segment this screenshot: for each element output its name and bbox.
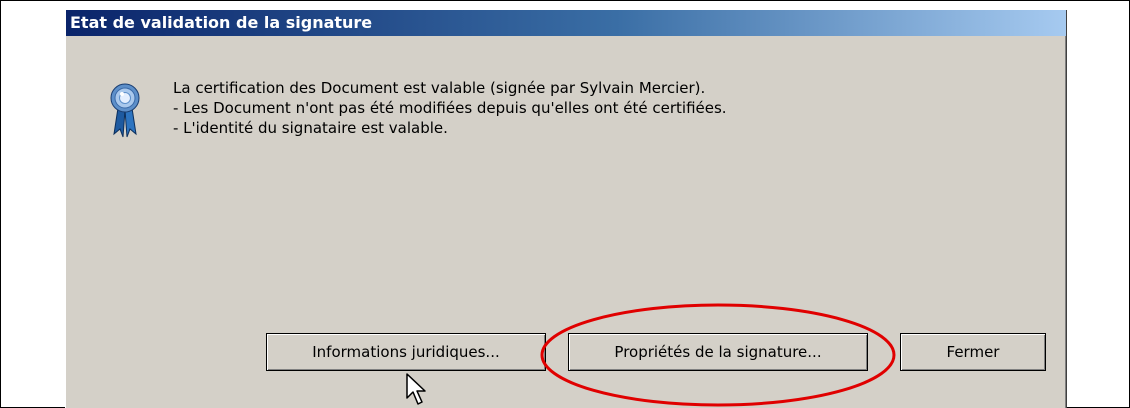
close-button[interactable]: Fermer (900, 333, 1046, 371)
dialog-title: Etat de validation de la signature (70, 13, 373, 32)
message-line-certification: La certification des Document est valabl… (173, 79, 706, 97)
signature-validation-dialog: Etat de validation de la signature La ce… (65, 10, 1067, 408)
validation-message: La certification des Document est valabl… (173, 78, 727, 138)
certificate-ribbon-icon (110, 82, 140, 142)
legal-info-button[interactable]: Informations juridiques... (266, 333, 546, 371)
message-line-unmodified: - Les Document n'ont pas été modifiées d… (173, 99, 727, 117)
title-bar[interactable]: Etat de validation de la signature (66, 10, 1066, 36)
signature-properties-button[interactable]: Propriétés de la signature... (568, 333, 868, 371)
message-line-identity: - L'identité du signataire est valable. (173, 119, 448, 137)
